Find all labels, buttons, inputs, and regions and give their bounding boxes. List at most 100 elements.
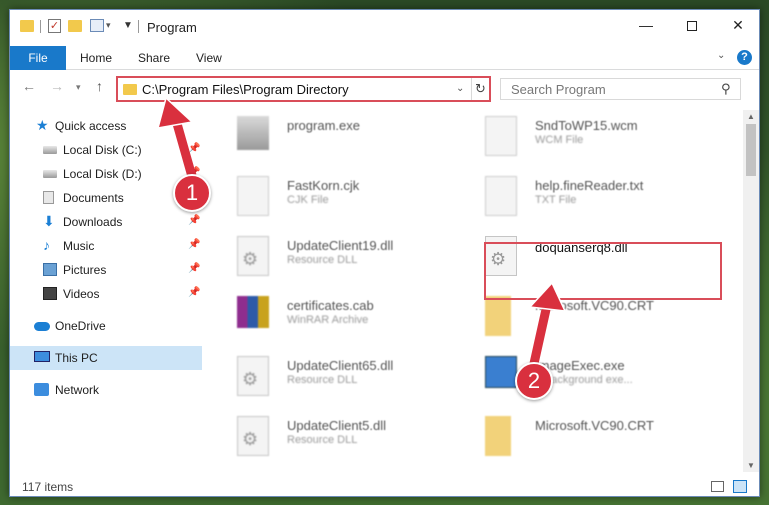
sidebar-item-local-disk-c[interactable]: Local Disk (C:) 📌	[10, 138, 202, 162]
file-item[interactable]: help.fineReader.txt TXT File	[463, 170, 703, 228]
sidebar-item-videos[interactable]: Videos 📌	[10, 282, 202, 306]
exe-icon	[485, 356, 517, 388]
file-type: CJK File	[287, 194, 329, 206]
refresh-icon[interactable]: ↻	[471, 78, 489, 100]
pin-icon[interactable]: 📌	[188, 143, 200, 154]
file-name: program.exe	[287, 118, 360, 133]
file-type: TXT File	[535, 194, 577, 206]
sidebar-item-label: Quick access	[55, 119, 127, 133]
sidebar-item-downloads[interactable]: ⬇ Downloads 📌	[10, 210, 202, 234]
sidebar-item-music[interactable]: ♪ Music 📌	[10, 234, 202, 258]
chevron-down-icon[interactable]: ▾	[106, 20, 111, 31]
file-item[interactable]: UpdateClient5.dll Resource DLL	[215, 410, 455, 468]
file-type: Resource DLL	[287, 434, 358, 446]
file-name: SndToWP15.wcm	[535, 118, 638, 133]
new-folder-icon[interactable]	[68, 20, 82, 32]
file-item[interactable]: UpdateClient65.dll Resource DLL	[215, 350, 455, 408]
cloud-icon	[34, 322, 50, 331]
address-bar[interactable]: C:\Program Files\Program Directory ⌄ ↻	[116, 76, 491, 102]
dll-icon	[237, 416, 269, 456]
chevron-down-icon[interactable]: ⌄	[456, 83, 464, 94]
program-icon	[237, 116, 269, 150]
folder-icon	[485, 296, 511, 336]
up-arrow-icon[interactable]: ↑	[96, 78, 103, 94]
sidebar-item-label: Local Disk (C:)	[63, 143, 142, 157]
pin-icon[interactable]: 📌	[188, 263, 200, 274]
file-name: UpdateClient65.dll	[287, 358, 394, 373]
file-type: WCM File	[535, 134, 584, 146]
help-icon[interactable]: ?	[737, 50, 752, 65]
file-name: UpdateClient5.dll	[287, 418, 387, 433]
expand-ribbon-icon[interactable]: ⌄	[717, 50, 725, 61]
tab-home[interactable]: Home	[80, 46, 112, 70]
scroll-down-icon[interactable]: ▼	[747, 461, 755, 470]
search-icon[interactable]: ⚲	[721, 81, 731, 97]
sidebar-item-local-disk-d[interactable]: Local Disk (D:) 📌	[10, 162, 202, 186]
recent-locations-icon[interactable]: ▾	[76, 82, 81, 93]
file-item[interactable]: FastKorn.cjk CJK File	[215, 170, 455, 228]
status-bar: 117 items	[10, 476, 759, 496]
properties-icon[interactable]	[90, 19, 104, 32]
dll-icon	[237, 356, 269, 396]
file-item[interactable]: ImageExec.exe Y background exe...	[463, 350, 703, 408]
file-item[interactable]: program.exe	[215, 110, 455, 168]
sidebar-item-label: Pictures	[63, 263, 107, 277]
tab-file[interactable]: File	[10, 46, 66, 70]
sidebar-item-label: Downloads	[63, 215, 123, 229]
maximize-button[interactable]	[669, 10, 715, 40]
blank-file-icon	[237, 176, 269, 216]
tab-view[interactable]: View	[196, 46, 222, 70]
back-arrow-icon[interactable]: ←	[22, 78, 36, 94]
file-type: Resource DLL	[287, 374, 358, 386]
computer-icon	[34, 351, 50, 362]
file-item[interactable]: Microsoft.VC90.CRT	[463, 410, 703, 468]
sidebar-item-this-pc[interactable]: This PC	[10, 346, 202, 370]
minimize-button[interactable]: —	[623, 10, 669, 40]
folder-icon	[485, 416, 511, 456]
sidebar-item-label: Network	[55, 383, 100, 397]
details-view-icon[interactable]	[711, 481, 724, 492]
file-name: Microsoft.VC90.CRT	[535, 298, 654, 313]
sidebar-item-label: This PC	[55, 351, 98, 365]
disk-icon	[43, 170, 57, 178]
pin-icon[interactable]: 📌	[188, 287, 200, 298]
customize-toolbar-icon[interactable]: ▼	[123, 20, 133, 31]
search-input[interactable]: Search Program ⚲	[500, 78, 741, 100]
close-button[interactable]: ✕	[715, 10, 759, 40]
file-name: UpdateClient19.dll	[287, 238, 394, 253]
sidebar-item-label: Local Disk (D:)	[63, 167, 142, 181]
blank-file-icon	[485, 176, 517, 216]
file-item[interactable]: SndToWP15.wcm WCM File	[463, 110, 703, 168]
file-item[interactable]: certificates.cab WinRAR Archive	[215, 290, 455, 348]
address-path[interactable]: C:\Program Files\Program Directory	[142, 82, 349, 97]
search-placeholder: Search Program	[511, 82, 606, 97]
sidebar-item-label: OneDrive	[55, 319, 106, 333]
sidebar-item-quick-access[interactable]: ★ Quick access	[10, 114, 202, 138]
sidebar-item-label: Music	[63, 239, 95, 253]
step-2-badge: 2	[515, 362, 553, 400]
large-icons-view-icon[interactable]	[733, 480, 747, 493]
sidebar-item-onedrive[interactable]: OneDrive	[10, 314, 202, 338]
maximize-icon	[687, 21, 697, 32]
file-name: FastKorn.cjk	[287, 178, 360, 193]
file-type: WinRAR Archive	[287, 314, 369, 326]
navigation-pane: ★ Quick access Local Disk (C:) 📌 Local D…	[10, 112, 202, 472]
sidebar-item-pictures[interactable]: Pictures 📌	[10, 258, 202, 282]
forward-arrow-icon[interactable]: →	[50, 78, 64, 94]
step-1-badge: 1	[173, 174, 211, 212]
vertical-scrollbar[interactable]: ▲ ▼	[743, 110, 759, 472]
file-type: Resource DLL	[287, 254, 358, 266]
sidebar-item-network[interactable]: Network	[10, 378, 202, 402]
pin-icon[interactable]: 📌	[188, 239, 200, 250]
scrollbar-thumb[interactable]	[746, 124, 756, 176]
pin-icon[interactable]: 📌	[188, 215, 200, 226]
scroll-up-icon[interactable]: ▲	[747, 112, 755, 121]
properties-check-icon[interactable]: ✓	[48, 19, 61, 33]
dll-icon	[237, 236, 269, 276]
documents-icon	[43, 191, 54, 204]
folder-icon	[123, 84, 137, 95]
file-item[interactable]: UpdateClient19.dll Resource DLL	[215, 230, 455, 288]
toolbar-divider	[138, 20, 139, 33]
folder-icon	[20, 20, 34, 32]
tab-share[interactable]: Share	[138, 46, 170, 70]
